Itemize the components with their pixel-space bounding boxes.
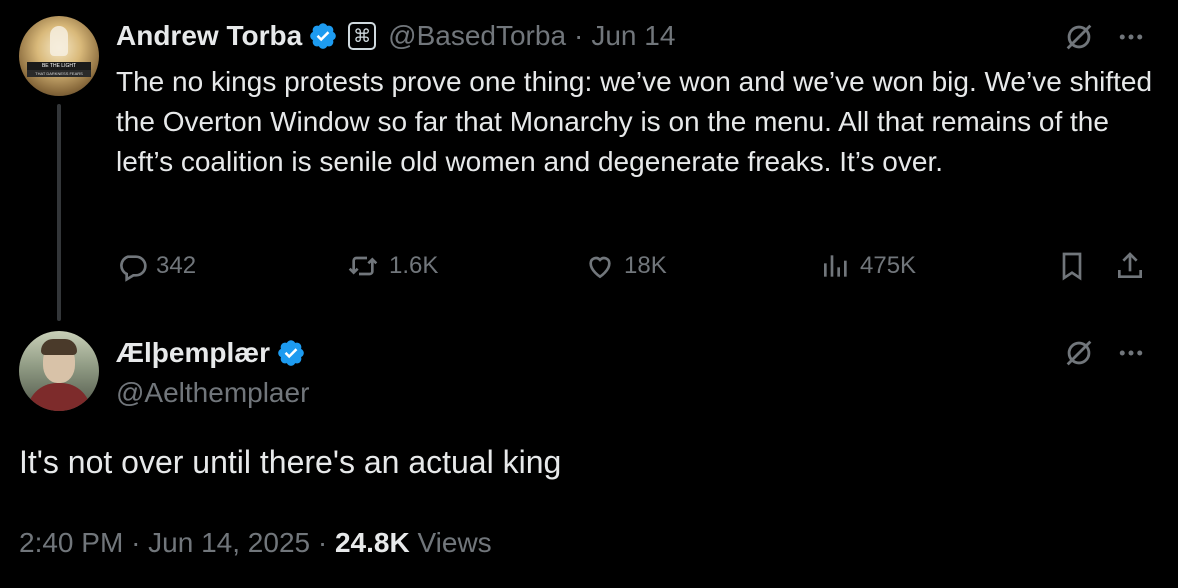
reply-views-label: Views: [417, 527, 492, 558]
reply-top-actions: [1062, 336, 1146, 370]
like-count: 18K: [624, 252, 667, 279]
avatar[interactable]: BE THE LIGHT THAT DARKNESS FEARS: [19, 16, 99, 96]
tweet-top-actions: [1062, 20, 1146, 54]
reply-time[interactable]: 2:40 PM: [19, 527, 123, 558]
tweet-text: The no kings protests prove one thing: w…: [116, 66, 1153, 177]
heart-icon: [589, 256, 611, 279]
reply-views-count[interactable]: 24.8K: [335, 527, 410, 558]
repost-icon: [348, 256, 378, 276]
bookmark-button[interactable]: [1056, 250, 1096, 282]
more-options-icon[interactable]: [1116, 22, 1146, 52]
avatar-hair: [41, 339, 77, 355]
repost-button[interactable]: 1.6K: [345, 250, 438, 282]
views-icon: [824, 255, 847, 277]
author-handle[interactable]: @Aelthemplaer: [116, 377, 309, 409]
author-name[interactable]: Andrew Torba: [116, 20, 302, 52]
share-button[interactable]: [1114, 250, 1154, 282]
affiliate-badge-icon[interactable]: ⌘: [348, 22, 377, 50]
repost-count: 1.6K: [389, 252, 439, 279]
reply-header: Ælþemplær: [116, 333, 306, 373]
avatar-banner-2: THAT DARKNESS FEARS: [27, 70, 91, 77]
reply-count: 342: [156, 252, 197, 279]
author-handle[interactable]: @BasedTorba: [388, 20, 566, 52]
verified-badge-icon: [278, 340, 304, 366]
separator: ·: [131, 527, 141, 558]
views-count: 475K: [860, 252, 917, 279]
more-options-icon[interactable]: [1116, 338, 1146, 368]
bookmark-icon: [1062, 252, 1082, 281]
separator: ·: [317, 527, 328, 558]
grok-icon[interactable]: [1062, 20, 1096, 54]
grok-icon[interactable]: [1062, 336, 1096, 370]
avatar[interactable]: [19, 331, 99, 411]
tweet-actions: 342 1.6K 18K 475K: [116, 250, 1156, 286]
tweet-date[interactable]: Jun 14: [591, 20, 675, 52]
reply-text: It's not over until there's an actual ki…: [19, 444, 562, 480]
reply-icon: [120, 255, 147, 282]
reply-date[interactable]: Jun 14, 2025: [148, 527, 310, 558]
avatar-figure: [50, 26, 68, 56]
reply-handle-row: @Aelthemplaer: [116, 374, 309, 412]
reply-meta: 2:40 PM · Jun 14, 2025 · 24.8K Views: [19, 527, 492, 559]
like-button[interactable]: 18K: [584, 250, 667, 282]
share-icon: [1118, 252, 1142, 278]
author-name[interactable]: Ælþemplær: [116, 337, 270, 369]
separator: ·: [574, 20, 584, 51]
views-button[interactable]: 475K: [820, 250, 916, 282]
reply-button[interactable]: 342: [116, 250, 196, 282]
verified-badge-icon: [310, 23, 336, 49]
avatar-shirt: [27, 383, 91, 411]
thread-line: [57, 104, 61, 321]
tweet-header: Andrew Torba ⌘ @BasedTorba · Jun 14: [116, 16, 675, 56]
